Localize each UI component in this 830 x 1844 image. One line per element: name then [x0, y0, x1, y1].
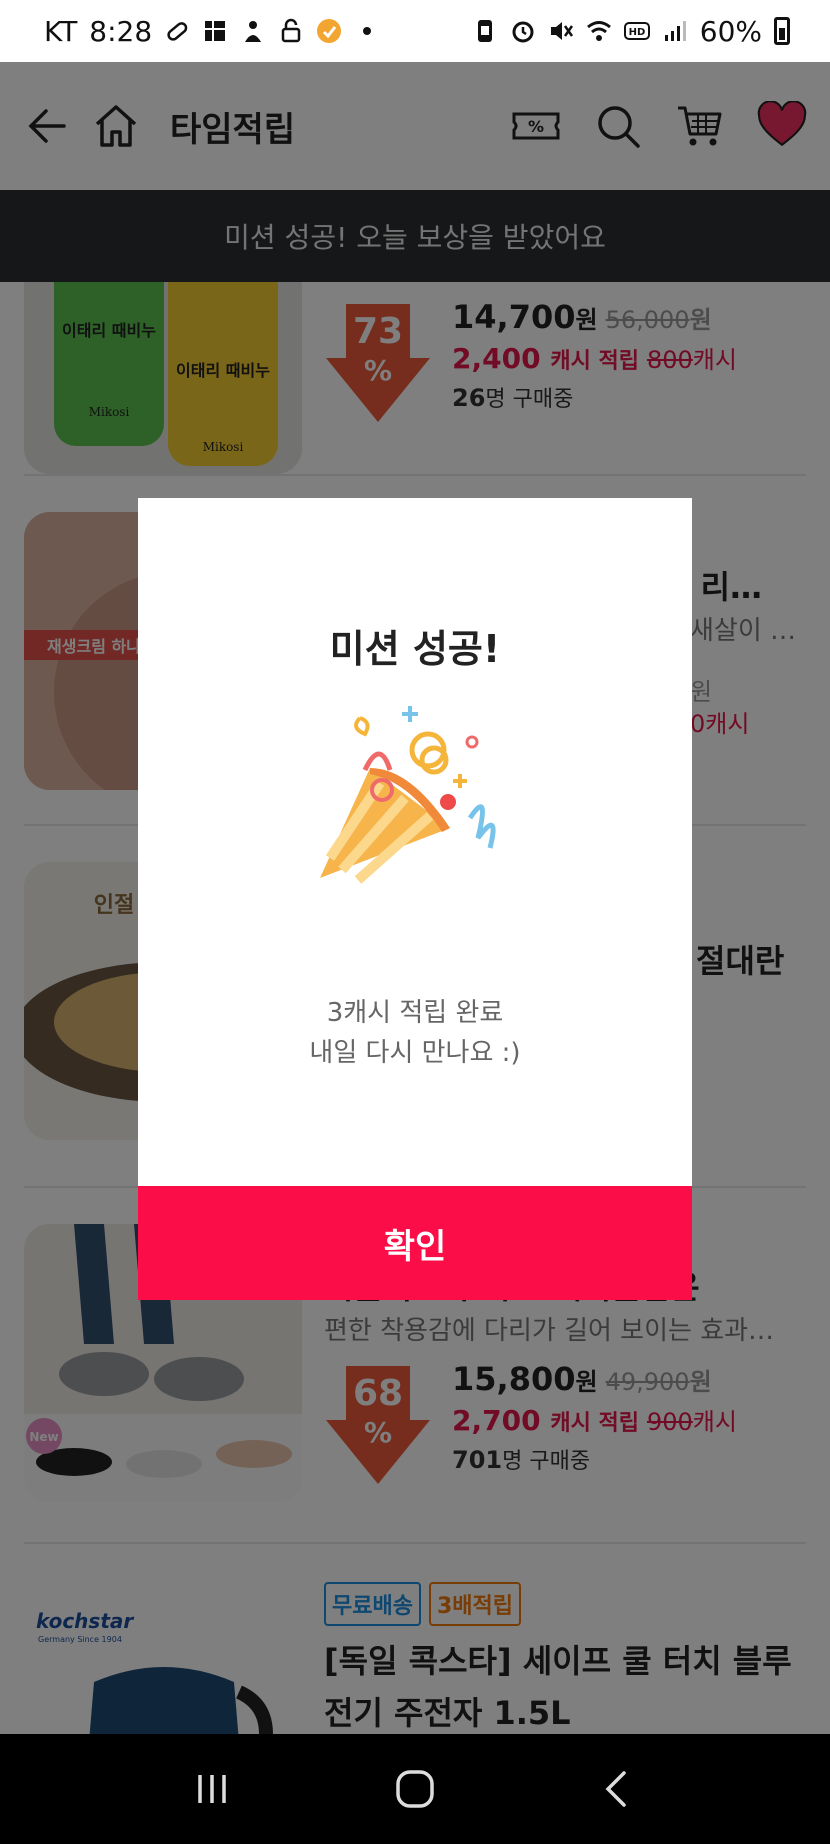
screenshot-icon — [477, 20, 492, 42]
wifi-icon — [586, 21, 611, 41]
mute-icon — [550, 22, 573, 40]
mission-success-dialog: 미션 성공! 3캐시 적립 완료 내일 다시 만나요 :) 확인 — [138, 498, 692, 1300]
app-notification-icon — [317, 19, 342, 43]
alarm-icon — [512, 21, 534, 43]
system-nav-bar — [0, 1734, 830, 1844]
carrier-label: KT — [44, 14, 78, 48]
status-left: KT 8:28 — [44, 15, 380, 48]
lock-icon — [281, 18, 301, 43]
clock: 8:28 — [89, 14, 153, 48]
status-bar: KT 8:28 HD 60% — [0, 0, 830, 62]
pill-icon — [167, 22, 188, 41]
battery-percent: 60% — [699, 14, 762, 48]
back-nav-button[interactable] — [583, 1754, 653, 1824]
dialog-message-line2: 내일 다시 만나요 :) — [309, 1038, 521, 1068]
more-notifications-dot-icon — [363, 27, 372, 35]
grid-icon — [205, 21, 226, 41]
person-icon — [245, 21, 262, 42]
status-right: HD 60% — [472, 15, 790, 48]
signal-icon — [664, 21, 686, 41]
confirm-button[interactable]: 확인 — [138, 1186, 692, 1300]
party-popper-icon — [320, 706, 496, 884]
home-nav-icon — [396, 1770, 434, 1808]
recent-apps-icon — [197, 1775, 226, 1803]
hd-voice-icon: HD — [623, 22, 650, 40]
home-nav-button[interactable] — [380, 1754, 450, 1824]
back-chevron-icon — [605, 1771, 627, 1807]
dialog-message-line1: 3캐시 적립 완료 — [326, 998, 504, 1028]
recent-apps-button[interactable] — [177, 1754, 247, 1824]
dialog-title: 미션 성공! — [329, 627, 501, 671]
svg-text:HD: HD — [628, 27, 645, 38]
battery-icon — [774, 17, 790, 45]
